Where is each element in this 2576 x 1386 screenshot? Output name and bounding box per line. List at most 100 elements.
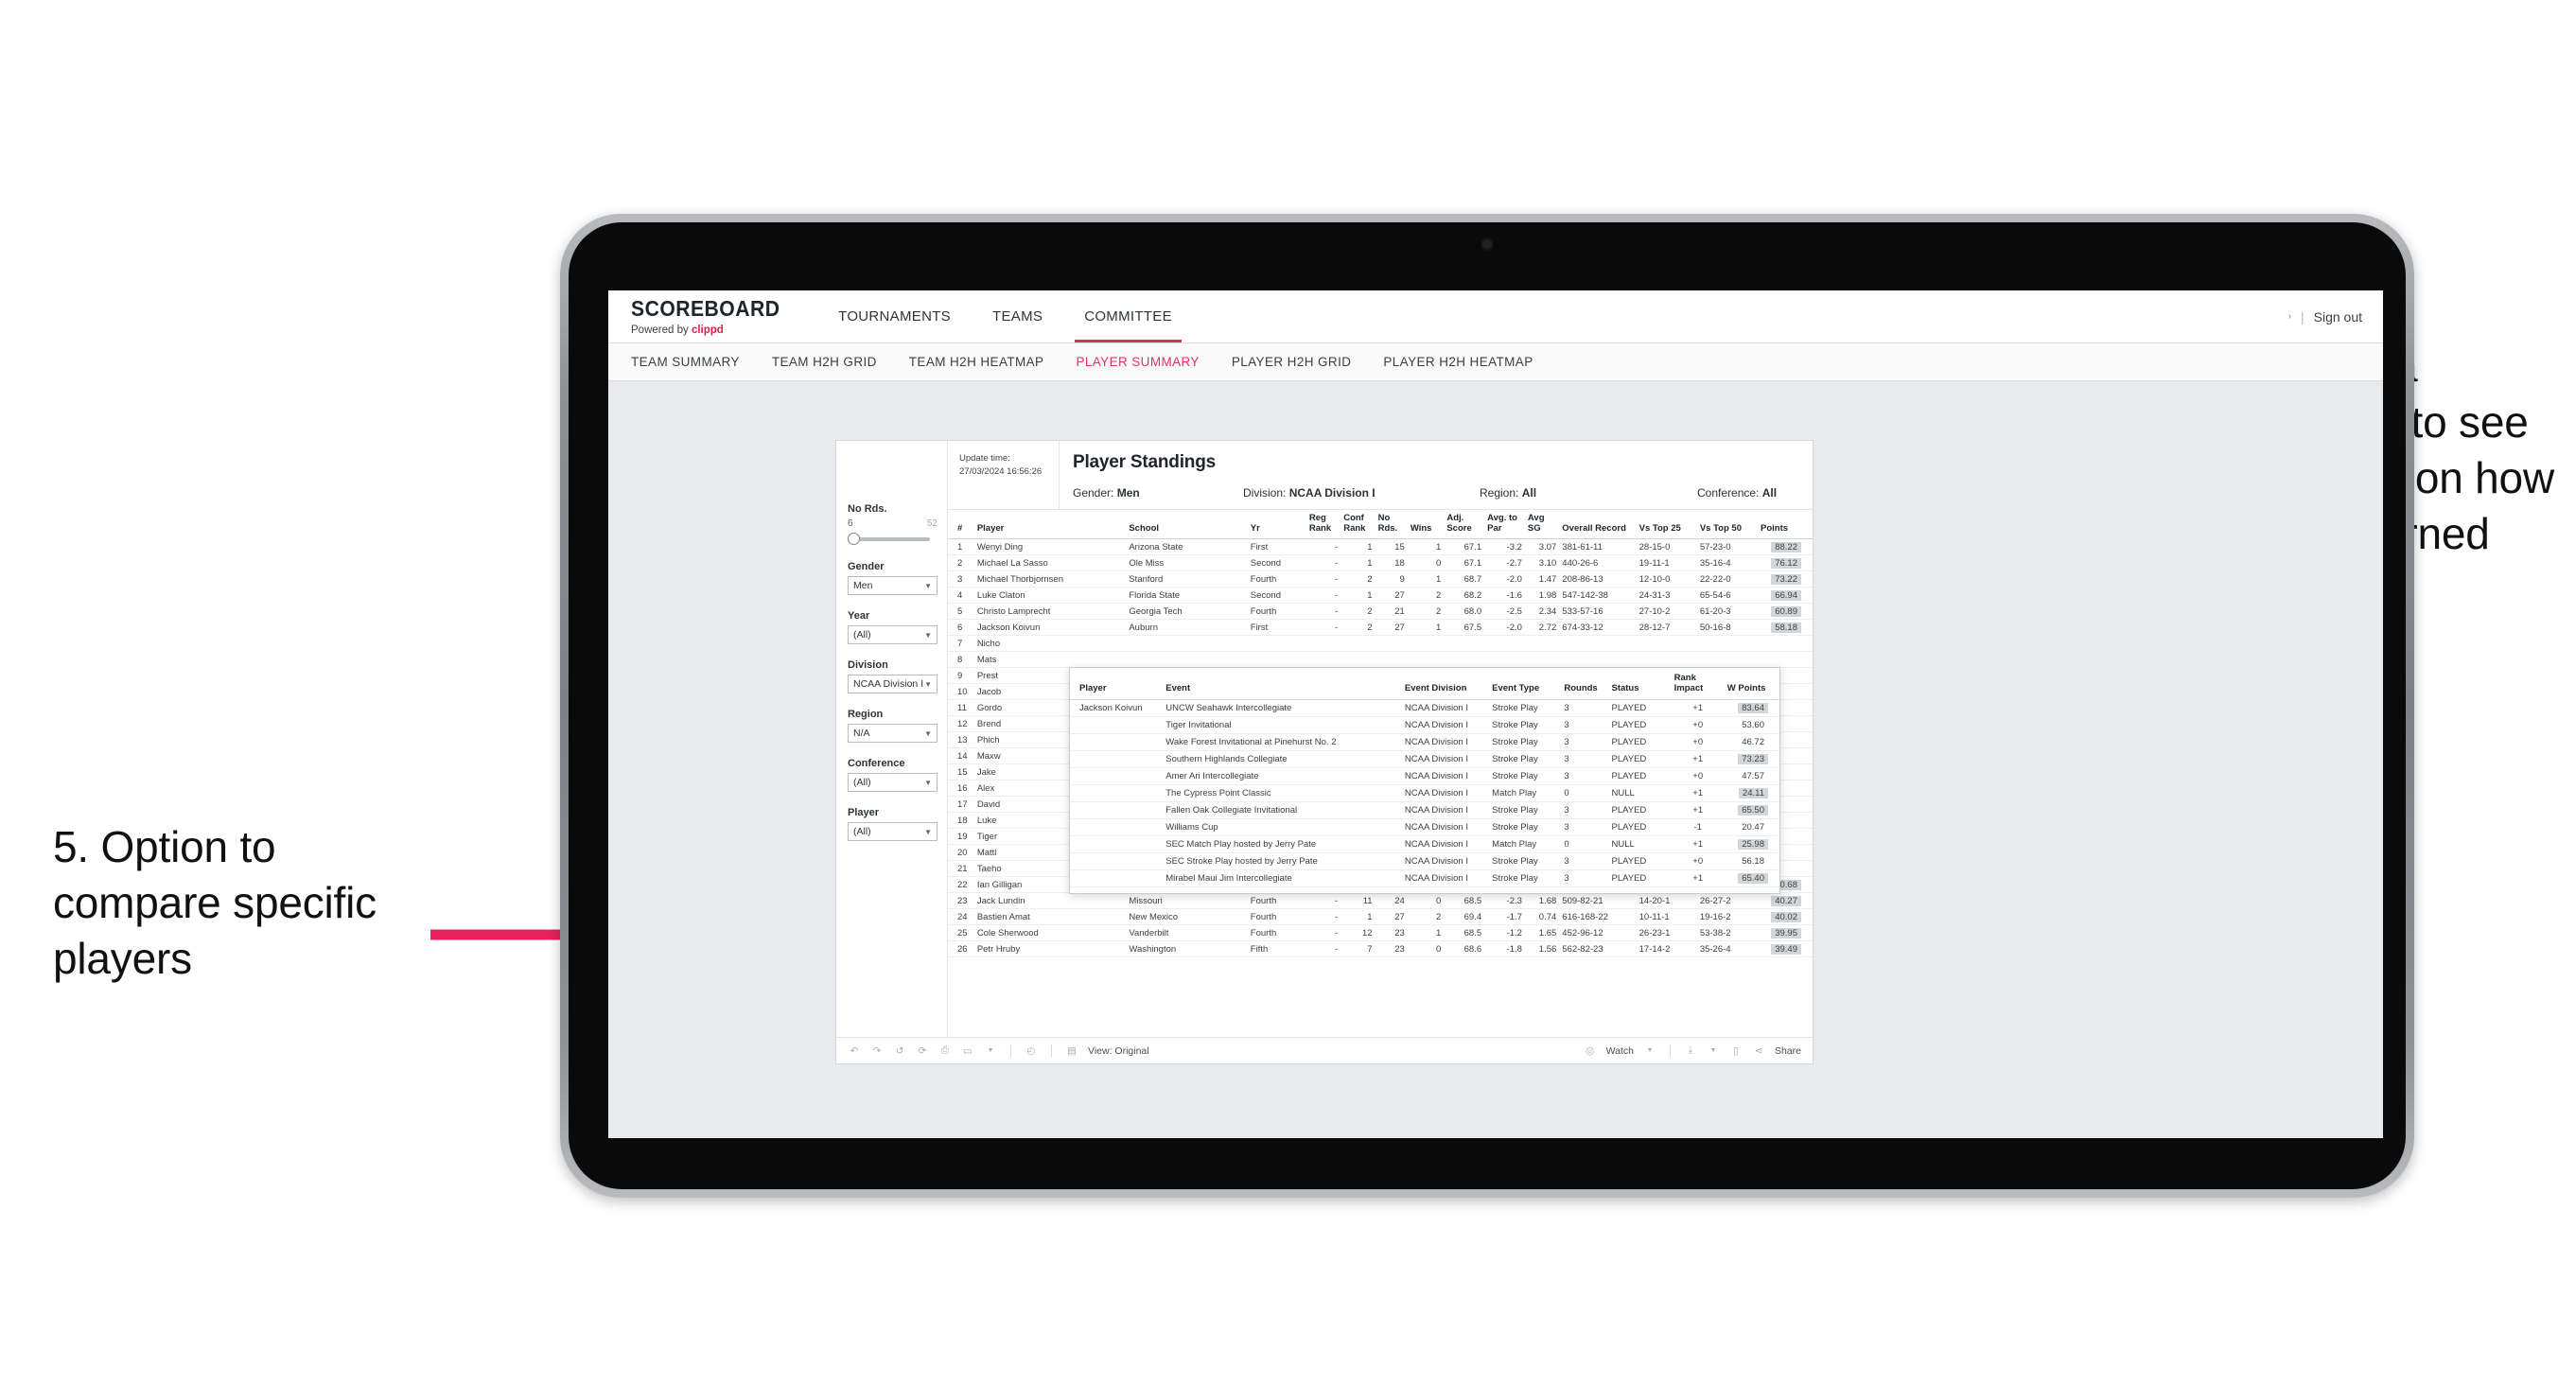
- subtab-team-summary[interactable]: TEAM SUMMARY: [631, 355, 740, 369]
- account-caret-icon[interactable]: ›: [2288, 311, 2291, 322]
- subtab-team-h2h-heatmap[interactable]: TEAM H2H HEATMAP: [909, 355, 1044, 369]
- sign-out-link[interactable]: Sign out: [2314, 309, 2362, 325]
- table-row[interactable]: 26 Petr Hruby Washington Fifth -7 23 0 68.6 -1.8…: [948, 940, 1813, 958]
- filter-gender-select[interactable]: Men ▼: [848, 576, 938, 595]
- refresh-icon[interactable]: ⟳: [916, 1044, 929, 1058]
- points-badge[interactable]: 73.22: [1771, 573, 1801, 585]
- col-conf-rank[interactable]: Conf Rank: [1341, 510, 1376, 540]
- col-reg-rank[interactable]: Reg Rank: [1306, 510, 1341, 540]
- cell-pts[interactable]: 58.18: [1758, 619, 1813, 637]
- table-row[interactable]: 25 Cole Sherwood Vanderbilt Fourth -12 23 1 68.…: [948, 924, 1813, 942]
- points-badge[interactable]: 60.89: [1771, 605, 1801, 617]
- col-points[interactable]: Points: [1758, 510, 1813, 540]
- cell-pts[interactable]: [1758, 635, 1813, 653]
- cell-conf: 2: [1341, 603, 1376, 621]
- col-wins[interactable]: Wins: [1407, 510, 1445, 540]
- chevron-down-icon: ▼: [924, 630, 932, 640]
- col-no-rounds[interactable]: No Rds.: [1375, 510, 1408, 540]
- table-row[interactable]: 1 Wenyi Ding Arizona State First -1 15 1 67.1 -3…: [948, 538, 1813, 556]
- table-row[interactable]: 5 Christo Lamprecht Georgia Tech Fourth -2 21…: [948, 603, 1813, 621]
- cell-player: Michael La Sasso: [973, 554, 1127, 572]
- col-overall-record[interactable]: Overall Record: [1559, 510, 1637, 540]
- table-row[interactable]: 3 Michael Thorbjornsen Stanford Fourth -2 9 1 6…: [948, 570, 1813, 588]
- col-school[interactable]: School: [1126, 510, 1248, 540]
- cell-sg: 1.47: [1524, 570, 1560, 588]
- subtab-team-h2h-grid[interactable]: TEAM H2H GRID: [772, 355, 877, 369]
- cell-wins: [1407, 651, 1445, 669]
- col-vs-top-50[interactable]: Vs Top 50: [1696, 510, 1759, 540]
- chevron-down-icon[interactable]: ▼: [1643, 1044, 1656, 1058]
- cell-pts[interactable]: 40.27: [1758, 892, 1813, 910]
- watch-icon[interactable]: ◎: [1584, 1044, 1597, 1058]
- subtab-player-h2h-heatmap[interactable]: PLAYER H2H HEATMAP: [1383, 355, 1533, 369]
- nav-tab-committee[interactable]: COMMITTEE: [1063, 290, 1193, 342]
- cell-pts[interactable]: [1758, 651, 1813, 669]
- alert-icon[interactable]: ▭: [961, 1044, 974, 1058]
- filter-year-select[interactable]: (All) ▼: [848, 625, 938, 644]
- chevron-down-icon[interactable]: ▼: [1707, 1044, 1720, 1058]
- w-points-badge: 20.47: [1742, 821, 1764, 833]
- subtab-player-summary[interactable]: PLAYER SUMMARY: [1076, 355, 1199, 369]
- cell-pts[interactable]: 88.22: [1758, 538, 1813, 556]
- col-rank[interactable]: #: [948, 510, 974, 540]
- no-rounds-slider[interactable]: [848, 531, 938, 546]
- points-badge[interactable]: 66.94: [1771, 589, 1801, 601]
- view-icon[interactable]: ▤: [1065, 1044, 1078, 1058]
- col-year[interactable]: Yr: [1247, 510, 1306, 540]
- points-badge[interactable]: 40.27: [1771, 895, 1801, 906]
- col-avg-sg[interactable]: Avg SG: [1524, 510, 1560, 540]
- cell-pts[interactable]: 39.95: [1758, 924, 1813, 942]
- points-badge[interactable]: 88.22: [1771, 541, 1801, 553]
- cell-pts[interactable]: 40.02: [1758, 908, 1813, 926]
- watch-label[interactable]: Watch: [1606, 1045, 1634, 1057]
- col-vs-top-25[interactable]: Vs Top 25: [1636, 510, 1697, 540]
- pause-auto-update-icon[interactable]: ⎙: [938, 1044, 952, 1058]
- history-icon[interactable]: ◴: [1025, 1044, 1038, 1058]
- chevron-down-icon[interactable]: ▼: [984, 1044, 997, 1058]
- filter-region-select[interactable]: N/A ▼: [848, 724, 938, 743]
- col-player[interactable]: Player: [973, 510, 1127, 540]
- points-breakdown-tooltip: Player Event Event Division Event Type R…: [1069, 667, 1780, 894]
- standings-table-wrap[interactable]: # Player School Yr Reg Rank Conf Rank No…: [948, 510, 1813, 1037]
- device-preview-icon[interactable]: ▯: [1729, 1044, 1743, 1058]
- points-badge[interactable]: 76.12: [1771, 557, 1801, 569]
- cell-school: Auburn: [1126, 619, 1248, 637]
- table-row[interactable]: 8 Mats: [948, 651, 1813, 669]
- table-row[interactable]: 7 Nicho: [948, 635, 1813, 653]
- share-label[interactable]: Share: [1775, 1045, 1801, 1057]
- cell-rec: 509-82-21: [1559, 892, 1637, 910]
- table-row[interactable]: 4 Luke Claton Florida State Second -1 27 2 68.2…: [948, 587, 1813, 605]
- col-adj-score[interactable]: Adj. Score: [1444, 510, 1485, 540]
- cell-pts[interactable]: 76.12: [1758, 554, 1813, 572]
- table-row[interactable]: 24 Bastien Amat New Mexico Fourth -1 27 2 69.4-…: [948, 908, 1813, 926]
- share-icon[interactable]: ⋖: [1752, 1044, 1765, 1058]
- view-label[interactable]: View: Original: [1088, 1045, 1149, 1057]
- filter-player-select[interactable]: (All) ▼: [848, 822, 938, 841]
- nav-tab-tournaments[interactable]: TOURNAMENTS: [817, 290, 972, 342]
- redo-icon[interactable]: ↷: [870, 1044, 884, 1058]
- filter-conference-select[interactable]: (All) ▼: [848, 773, 938, 792]
- cell-pts[interactable]: 39.49: [1758, 940, 1813, 958]
- points-badge[interactable]: 39.95: [1771, 927, 1801, 939]
- chevron-down-icon: ▼: [924, 778, 932, 787]
- points-badge[interactable]: 40.02: [1771, 911, 1801, 922]
- filter-division-select[interactable]: NCAA Division I ▼: [848, 675, 938, 693]
- cell-pts[interactable]: 60.89: [1758, 603, 1813, 621]
- col-avg-to-par[interactable]: Avg. to Par: [1484, 510, 1525, 540]
- cell-pts[interactable]: 66.94: [1758, 587, 1813, 605]
- points-badge[interactable]: 39.49: [1771, 943, 1801, 955]
- table-row[interactable]: 6 Jackson Koivun Auburn First -2 27 1 67.5 -2.0 2…: [948, 619, 1813, 637]
- table-row[interactable]: 2 Michael La Sasso Ole Miss Second -1 18 0 67.1…: [948, 554, 1813, 572]
- points-badge[interactable]: 58.18: [1771, 622, 1801, 633]
- revert-icon[interactable]: ↺: [893, 1044, 906, 1058]
- undo-icon[interactable]: ↶: [848, 1044, 861, 1058]
- sheet-body: No Rds. 6 52 Gender Men ▼ Year (All) ▼ D…: [836, 441, 1813, 1037]
- cell-num: 15: [948, 763, 974, 781]
- subtab-player-h2h-grid[interactable]: PLAYER H2H GRID: [1232, 355, 1352, 369]
- nav-tab-teams[interactable]: TEAMS: [972, 290, 1063, 342]
- cell-pts[interactable]: 73.22: [1758, 570, 1813, 588]
- meta-division-label: Division:: [1243, 486, 1287, 500]
- slider-handle[interactable]: [848, 533, 860, 545]
- table-row[interactable]: 23 Jack Lundin Missouri Fourth -11 24 0 68.5 -2.…: [948, 892, 1813, 910]
- download-icon[interactable]: ⤓: [1684, 1044, 1697, 1058]
